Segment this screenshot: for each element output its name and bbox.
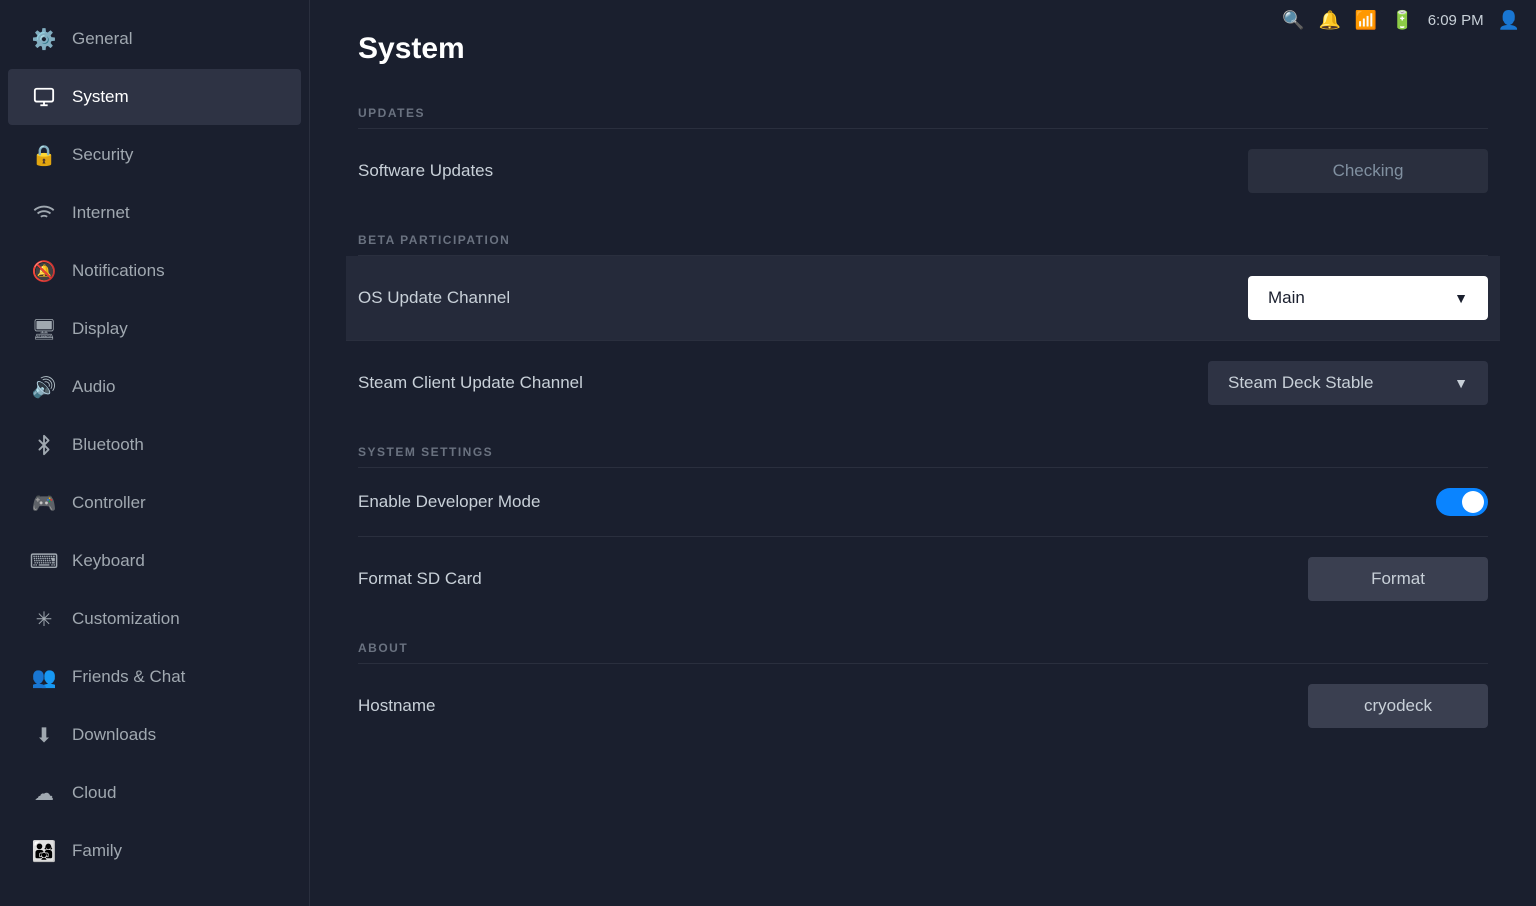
sidebar-item-label: Audio <box>72 377 115 397</box>
wifi-icon <box>32 201 56 225</box>
sidebar-item-internet[interactable]: Internet <box>8 185 301 241</box>
sidebar-item-label: Family <box>72 841 122 861</box>
software-updates-row: Software Updates Checking <box>358 129 1488 213</box>
sidebar-item-label: Cloud <box>72 783 116 803</box>
os-channel-row: OS Update Channel Main ▼ <box>346 256 1500 341</box>
gear-icon: ⚙️ <box>32 27 56 51</box>
display-icon: 🖥 <box>32 317 56 341</box>
software-updates-label: Software Updates <box>358 161 493 181</box>
sidebar-item-label: Security <box>72 145 133 165</box>
sidebar-item-label: Customization <box>72 609 180 629</box>
family-icon: 👨‍👩‍👧 <box>32 839 56 863</box>
sidebar: ⚙️ General System 🔒 Security Internet 🔕 … <box>0 0 310 906</box>
sidebar-item-security[interactable]: 🔒 Security <box>8 127 301 183</box>
bell-icon: 🔕 <box>32 259 56 283</box>
sidebar-item-display[interactable]: 🖥 Display <box>8 301 301 357</box>
sidebar-item-label: General <box>72 29 132 49</box>
sidebar-item-cloud[interactable]: ☁ Cloud <box>8 765 301 821</box>
speaker-icon: 🔊 <box>32 375 56 399</box>
updates-section: UPDATES Software Updates Checking <box>358 94 1488 213</box>
developer-mode-toggle[interactable] <box>1436 488 1488 516</box>
sidebar-item-controller[interactable]: 🎮 Controller <box>8 475 301 531</box>
friends-icon: 👥 <box>32 665 56 689</box>
sidebar-item-label: Friends & Chat <box>72 667 185 687</box>
format-sd-row: Format SD Card Format <box>358 537 1488 621</box>
system-settings-section: SYSTEM SETTINGS Enable Developer Mode Fo… <box>358 433 1488 621</box>
steam-client-value: Steam Deck Stable <box>1228 373 1374 393</box>
download-icon: ⬇ <box>32 723 56 747</box>
bluetooth-icon <box>32 433 56 457</box>
hostname-value: cryodeck <box>1308 684 1488 728</box>
sidebar-item-label: Keyboard <box>72 551 145 571</box>
sidebar-item-label: Downloads <box>72 725 156 745</box>
sidebar-item-label: Bluetooth <box>72 435 144 455</box>
monitor-icon <box>32 85 56 109</box>
sidebar-item-label: Internet <box>72 203 130 223</box>
format-sd-label: Format SD Card <box>358 569 482 589</box>
sidebar-item-general[interactable]: ⚙️ General <box>8 11 301 67</box>
about-section: ABOUT Hostname cryodeck <box>358 629 1488 748</box>
sidebar-item-label: System <box>72 87 129 107</box>
keyboard-icon: ⌨ <box>32 549 56 573</box>
beta-section-header: BETA PARTICIPATION <box>358 221 1488 255</box>
os-channel-dropdown[interactable]: Main ▼ <box>1248 276 1488 320</box>
os-channel-label: OS Update Channel <box>358 288 510 308</box>
sidebar-item-family[interactable]: 👨‍👩‍👧 Family <box>8 823 301 879</box>
cloud-icon: ☁ <box>32 781 56 805</box>
system-settings-header: SYSTEM SETTINGS <box>358 433 1488 467</box>
sidebar-item-customization[interactable]: ✳ Customization <box>8 591 301 647</box>
sidebar-item-label: Notifications <box>72 261 165 281</box>
steam-client-channel-row: Steam Client Update Channel Steam Deck S… <box>358 341 1488 425</box>
chevron-down-icon: ▼ <box>1454 290 1468 306</box>
format-button[interactable]: Format <box>1308 557 1488 601</box>
sidebar-item-label: Display <box>72 319 128 339</box>
steam-client-dropdown[interactable]: Steam Deck Stable ▼ <box>1208 361 1488 405</box>
sidebar-item-notifications[interactable]: 🔕 Notifications <box>8 243 301 299</box>
sidebar-item-friends[interactable]: 👥 Friends & Chat <box>8 649 301 705</box>
sidebar-item-keyboard[interactable]: ⌨ Keyboard <box>8 533 301 589</box>
controller-icon: 🎮 <box>32 491 56 515</box>
customization-icon: ✳ <box>32 607 56 631</box>
os-channel-value: Main <box>1268 288 1305 308</box>
beta-section: BETA PARTICIPATION OS Update Channel Mai… <box>358 221 1488 425</box>
page-title: System <box>358 32 1488 66</box>
developer-mode-label: Enable Developer Mode <box>358 492 540 512</box>
developer-mode-row: Enable Developer Mode <box>358 468 1488 537</box>
checking-status: Checking <box>1248 149 1488 193</box>
hostname-row: Hostname cryodeck <box>358 664 1488 748</box>
steam-client-label: Steam Client Update Channel <box>358 373 583 393</box>
main-content: System UPDATES Software Updates Checking… <box>310 0 1536 906</box>
updates-section-header: UPDATES <box>358 94 1488 128</box>
about-section-header: ABOUT <box>358 629 1488 663</box>
lock-icon: 🔒 <box>32 143 56 167</box>
sidebar-item-bluetooth[interactable]: Bluetooth <box>8 417 301 473</box>
sidebar-item-label: Controller <box>72 493 146 513</box>
hostname-label: Hostname <box>358 696 435 716</box>
chevron-down-icon: ▼ <box>1454 375 1468 391</box>
sidebar-item-audio[interactable]: 🔊 Audio <box>8 359 301 415</box>
sidebar-item-system[interactable]: System <box>8 69 301 125</box>
sidebar-item-downloads[interactable]: ⬇ Downloads <box>8 707 301 763</box>
